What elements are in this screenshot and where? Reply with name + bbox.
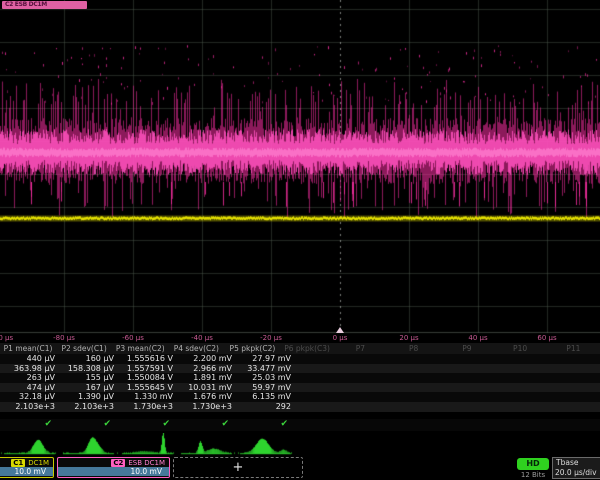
param-header-inactive[interactable]: P9 [440, 343, 493, 354]
measure-row: 440 µV160 µV1.555616 V2.200 mV27.97 mV [0, 354, 600, 364]
waveform-display [0, 0, 600, 335]
param-header[interactable]: P5 pkpk(C2) [224, 343, 280, 354]
status-check-icon: ✔ [236, 419, 295, 431]
param-header[interactable]: P3 mean(C2) [112, 343, 168, 354]
time-tick-label: 40 µs [468, 334, 487, 342]
time-tick-label: -20 µs [260, 334, 282, 342]
measure-row: 363.98 µV158.308 µV1.557591 V2.966 mV33.… [0, 364, 600, 374]
measure-value: 1.555645 V [118, 383, 177, 393]
measure-value: 2.966 mV [177, 364, 236, 374]
measure-value: 2.103e+3 [59, 402, 118, 412]
param-header[interactable]: P1 mean(C1) [0, 343, 56, 354]
measure-value: 27.97 mV [236, 354, 295, 364]
trigger-position-icon[interactable] [336, 327, 344, 333]
measure-value: 1.555616 V [118, 354, 177, 364]
time-tick-label: -60 µs [122, 334, 144, 342]
status-check-icon: ✔ [59, 419, 118, 431]
hd-mode-badge[interactable]: HD [517, 458, 549, 470]
timebase-descriptor[interactable]: Tbase 20.0 µs/div [552, 457, 600, 479]
measure-status-row: ✔✔✔✔✔ [0, 419, 600, 431]
timebase-label: Tbase [553, 458, 600, 468]
time-tick-label: -80 µs [53, 334, 75, 342]
channel-c2-descriptor[interactable]: C2 ESB DC1M 10.0 mV [57, 457, 170, 478]
measure-value: 292 [236, 402, 295, 412]
c2-scale-value: 10.0 mV [58, 467, 169, 476]
measure-value: 440 µV [0, 354, 59, 364]
measure-value: 1.676 mV [177, 392, 236, 402]
oscilloscope-screen: C2 ESB DC1M -100 µs -80 µs -60 µs -40 µs -20… [0, 0, 600, 480]
timebase-value: 20.0 µs/div [553, 468, 600, 478]
c2-coupling-label: ESB DC1M [128, 459, 165, 467]
measure-value: 1.550084 V [118, 373, 177, 383]
measure-value: 10.031 mV [177, 383, 236, 393]
measure-value: 2.200 mV [177, 354, 236, 364]
measure-value: 158.308 µV [59, 364, 118, 374]
measure-value: 33.477 mV [236, 364, 295, 374]
measure-value: 1.330 mV [118, 392, 177, 402]
measure-value: 59.97 mV [236, 383, 295, 393]
measure-value: 25.03 mV [236, 373, 295, 383]
param-header-inactive[interactable]: P8 [387, 343, 440, 354]
measure-row: 2.103e+32.103e+31.730e+31.730e+3292 [0, 402, 600, 412]
trace-label-tab[interactable]: C2 ESB DC1M [2, 1, 87, 9]
status-check-icon: ✔ [118, 419, 177, 431]
time-tick-label: -100 µs [0, 334, 13, 342]
measure-value: 155 µV [59, 373, 118, 383]
time-tick-label: 0 µs [333, 334, 348, 342]
hd-bits-label: 12 Bits [511, 471, 555, 479]
measure-value: 1.557591 V [118, 364, 177, 374]
measure-row: 263 µV155 µV1.550084 V1.891 mV25.03 mV [0, 373, 600, 383]
measure-value: 1.730e+3 [177, 402, 236, 412]
c2-badge: C2 [111, 459, 125, 467]
time-tick-label: 60 µs [537, 334, 556, 342]
param-header-inactive[interactable]: P10 [493, 343, 546, 354]
param-header-inactive[interactable]: P6 pkpk(C3) [280, 343, 333, 354]
measure-value: 160 µV [59, 354, 118, 364]
c1-badge: C1 [11, 459, 25, 467]
time-tick-label: 20 µs [399, 334, 418, 342]
measure-value: 363.98 µV [0, 364, 59, 374]
measure-value: 1.390 µV [59, 392, 118, 402]
param-header-inactive[interactable]: P11 [547, 343, 600, 354]
measure-value: 2.103e+3 [0, 402, 59, 412]
measure-value: 167 µV [59, 383, 118, 393]
time-tick-label: -40 µs [191, 334, 213, 342]
c1-coupling-label: DC1M [28, 459, 49, 467]
measure-row: 474 µV167 µV1.555645 V10.031 mV59.97 mV [0, 383, 600, 393]
measure-value: 263 µV [0, 373, 59, 383]
measure-table: P1 mean(C1)P2 sdev(C1)P3 mean(C2)P4 sdev… [0, 343, 600, 431]
measure-value: 1.730e+3 [118, 402, 177, 412]
status-check-icon: ✔ [177, 419, 236, 431]
measure-value: 1.891 mV [177, 373, 236, 383]
measure-histicons [0, 433, 600, 457]
param-header[interactable]: P2 sdev(C1) [56, 343, 112, 354]
measure-value: 474 µV [0, 383, 59, 393]
channel-c1-descriptor[interactable]: C1 DC1M 10.0 mV [0, 457, 54, 478]
c1-scale-value: 10.0 mV [0, 467, 53, 476]
measure-header-row: P1 mean(C1)P2 sdev(C1)P3 mean(C2)P4 sdev… [0, 343, 600, 354]
measure-value: 6.135 mV [236, 392, 295, 402]
param-header-inactive[interactable]: P7 [334, 343, 387, 354]
measure-row: 32.18 µV1.390 µV1.330 mV1.676 mV6.135 mV [0, 392, 600, 402]
status-check-icon: ✔ [0, 419, 59, 431]
measure-value: 32.18 µV [0, 392, 59, 402]
param-header[interactable]: P4 sdev(C2) [168, 343, 224, 354]
add-trace-button[interactable]: + [173, 457, 303, 478]
